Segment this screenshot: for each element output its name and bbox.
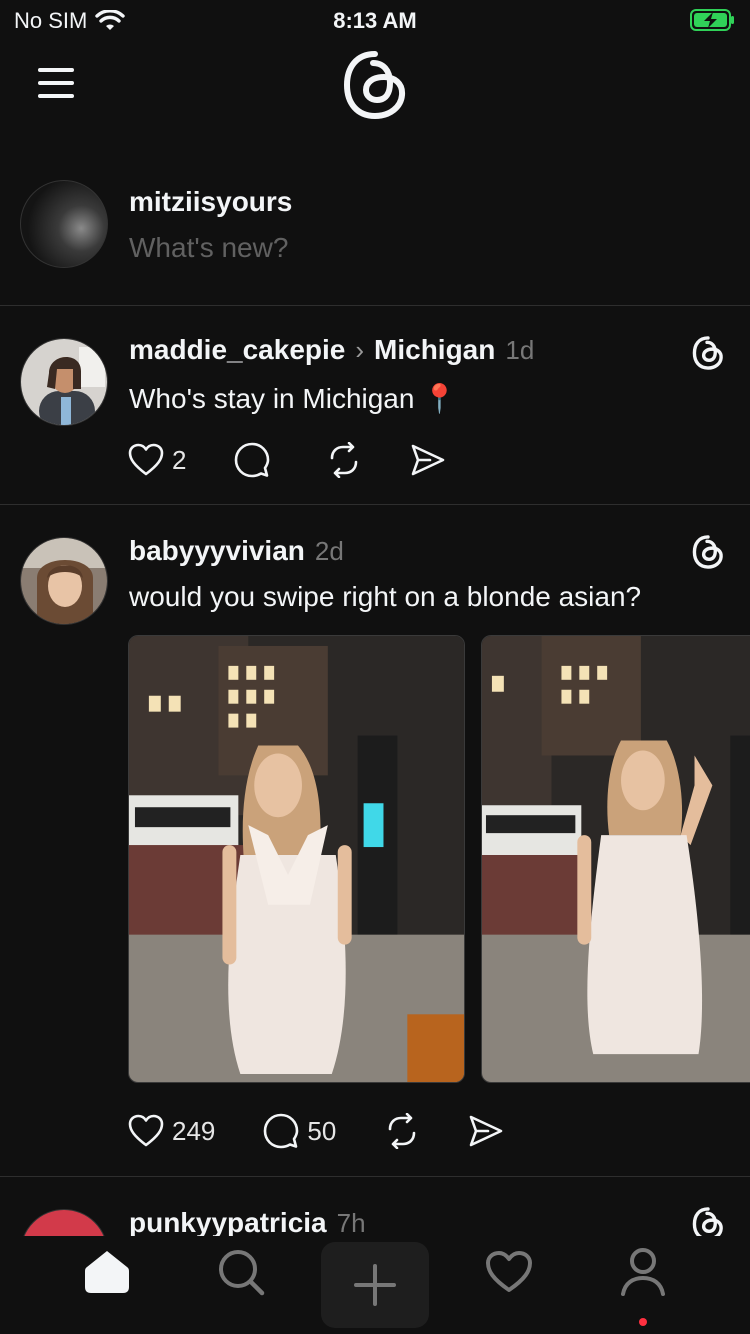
like-button[interactable]: 2 (128, 443, 186, 477)
reply-button[interactable]: 50 (263, 1113, 336, 1149)
post-username[interactable]: punkyypatricia (129, 1207, 327, 1237)
post[interactable]: maddie_cakepie › Michigan 1d Who's stay … (0, 306, 750, 505)
post[interactable]: punkyypatricia 7h (0, 1177, 750, 1237)
post-username[interactable]: babyyyvivian (129, 535, 305, 567)
share-button[interactable] (410, 443, 446, 477)
tab-profile[interactable] (615, 1244, 671, 1300)
composer-username: mitziisyours (129, 186, 293, 217)
new-thread-composer[interactable]: mitziisyours What's new? (0, 160, 750, 306)
post-header: punkyypatricia 7h (129, 1207, 366, 1237)
like-button[interactable]: 249 (128, 1114, 215, 1148)
heart-icon (128, 443, 164, 476)
menu-icon[interactable] (38, 68, 74, 98)
search-icon (219, 1250, 265, 1296)
threads-logo-icon (692, 535, 723, 569)
clock: 8:13 AM (333, 8, 417, 33)
post-username[interactable]: maddie_cakepie (129, 334, 345, 366)
post-time: 1d (505, 335, 535, 365)
post-time: 2d (314, 536, 344, 566)
avatar[interactable] (20, 180, 108, 268)
tab-activity[interactable] (481, 1244, 537, 1300)
avatar[interactable] (20, 338, 108, 426)
reply-count: 50 (307, 1115, 337, 1146)
post-actions: 2 (128, 442, 494, 478)
post-text: Who's stay in Michigan 📍 (129, 383, 458, 414)
tab-search[interactable] (213, 1244, 269, 1300)
avatar[interactable] (20, 537, 108, 625)
plus-icon (354, 1264, 396, 1306)
comment-icon (235, 442, 270, 478)
repost-button[interactable] (384, 1113, 420, 1149)
tab-home[interactable] (79, 1244, 135, 1300)
share-icon (412, 444, 445, 476)
like-count: 249 (172, 1115, 216, 1146)
repost-icon (389, 1113, 416, 1149)
heart-icon (128, 1114, 164, 1147)
comment-icon (264, 1113, 299, 1149)
notification-dot (639, 1318, 647, 1326)
post-time: 7h (336, 1208, 366, 1237)
like-count: 2 (172, 444, 187, 475)
threads-logo-icon (692, 336, 723, 370)
composer-input[interactable]: What's new? (129, 232, 288, 264)
post-header: babyyyvivian 2d (129, 535, 344, 567)
reply-button[interactable] (234, 442, 278, 478)
home-icon (85, 1251, 129, 1293)
threads-logo-icon[interactable] (342, 50, 408, 120)
profile-icon (621, 1248, 665, 1296)
activity-icon (486, 1251, 532, 1292)
post-actions: 249 50 (128, 1113, 552, 1149)
avatar[interactable] (20, 1209, 108, 1237)
repost-button[interactable] (326, 442, 362, 478)
post-image[interactable] (128, 635, 465, 1083)
post-text: would you swipe right on a blonde asian? (129, 581, 642, 612)
post-header: maddie_cakepie › Michigan 1d (129, 334, 534, 366)
repost-icon (331, 442, 358, 478)
share-icon (470, 1115, 503, 1147)
share-button[interactable] (468, 1114, 504, 1148)
app-header (0, 48, 750, 128)
chevron-right-icon: › (355, 335, 365, 365)
bottom-tab-bar (0, 1236, 750, 1334)
status-bar: No SIM 8:13 AM (0, 0, 750, 40)
post[interactable]: babyyyvivian 2d would you swipe right on… (0, 505, 750, 1177)
battery-charging-icon (690, 9, 734, 31)
tab-create[interactable] (321, 1242, 429, 1328)
threads-logo-icon (692, 1207, 723, 1237)
topic-tag[interactable]: Michigan (374, 334, 495, 366)
post-image[interactable] (481, 635, 750, 1083)
